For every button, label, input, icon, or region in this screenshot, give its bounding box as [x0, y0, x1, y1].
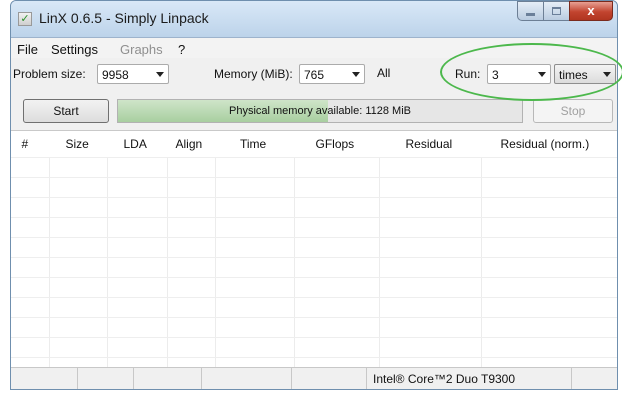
minimize-button[interactable]: [517, 1, 543, 21]
run-count-value: 3: [492, 68, 499, 82]
row-divider: [11, 337, 617, 338]
table-header: # Size LDA Align Time GFlops Residual Residual …: [11, 131, 617, 157]
chevron-down-icon: [603, 72, 611, 77]
status-divider: [201, 368, 202, 389]
menu-graphs[interactable]: Graphs: [120, 42, 163, 57]
memory-label: Memory (MiB):: [214, 67, 293, 81]
column-header[interactable]: #: [22, 137, 29, 151]
cpu-status: Intel® Core™2 Duo T9300: [373, 372, 516, 386]
menu-file[interactable]: File: [17, 42, 38, 57]
close-button[interactable]: x: [569, 1, 613, 21]
column-header[interactable]: Align: [176, 137, 203, 151]
problem-size-combo[interactable]: 9958: [97, 64, 169, 84]
window-title: LinX 0.6.5 - Simply Linpack: [39, 10, 209, 26]
problem-size-value: 9958: [102, 68, 129, 82]
client-area: File Settings Graphs ? Problem size: 995…: [11, 37, 617, 389]
column-header[interactable]: Residual (norm.): [501, 137, 590, 151]
minimize-icon: [526, 13, 535, 16]
column-header[interactable]: LDA: [124, 137, 147, 151]
row-divider: [11, 237, 617, 238]
run-count-combo[interactable]: 3: [487, 64, 551, 84]
menu-settings[interactable]: Settings: [51, 42, 98, 57]
row-divider: [11, 157, 617, 158]
memory-combo[interactable]: 765: [299, 64, 365, 84]
memory-value: 765: [304, 68, 325, 82]
status-divider: [571, 368, 572, 389]
chevron-down-icon: [352, 72, 360, 77]
row-divider: [11, 297, 617, 298]
row-divider: [11, 277, 617, 278]
start-button[interactable]: Start: [23, 99, 109, 123]
settings-row: Problem size: 9958 Memory (MiB): 765 All…: [11, 60, 617, 88]
column-header[interactable]: Residual: [406, 137, 453, 151]
stop-button[interactable]: Stop: [533, 99, 613, 123]
row-divider: [11, 317, 617, 318]
status-divider: [133, 368, 134, 389]
status-divider: [77, 368, 78, 389]
row-divider: [11, 197, 617, 198]
row-divider: [11, 357, 617, 358]
chevron-down-icon: [156, 72, 164, 77]
memory-progress-bar: Physical memory available: 1128 MiB: [117, 99, 523, 123]
checkmark-icon: ✓: [18, 12, 32, 26]
column-header[interactable]: Time: [240, 137, 266, 151]
run-unit-value: times: [559, 68, 588, 82]
window-controls: x: [517, 1, 613, 21]
results-table[interactable]: # Size LDA Align Time GFlops Residual Residual …: [11, 130, 617, 368]
run-unit-combo[interactable]: times: [554, 64, 616, 84]
row-divider: [11, 177, 617, 178]
menu-bar: File Settings Graphs ?: [11, 38, 617, 58]
run-label: Run:: [455, 67, 481, 81]
status-bar: Intel® Core™2 Duo T9300: [11, 367, 617, 389]
problem-size-label: Problem size:: [13, 67, 86, 81]
column-header[interactable]: GFlops: [316, 137, 355, 151]
status-divider: [291, 368, 292, 389]
chevron-down-icon: [538, 72, 546, 77]
menu-help[interactable]: ?: [178, 42, 185, 57]
maximize-button[interactable]: [543, 1, 569, 21]
title-bar[interactable]: ✓ LinX 0.6.5 - Simply Linpack x: [11, 1, 617, 37]
row-divider: [11, 217, 617, 218]
row-divider: [11, 257, 617, 258]
app-window: ✓ LinX 0.6.5 - Simply Linpack x File Set…: [10, 0, 618, 390]
status-divider: [366, 368, 367, 389]
column-header[interactable]: Size: [66, 137, 89, 151]
maximize-icon: [552, 7, 561, 15]
all-memory-toggle[interactable]: All: [377, 66, 390, 80]
progress-text: Physical memory available: 1128 MiB: [229, 105, 411, 117]
